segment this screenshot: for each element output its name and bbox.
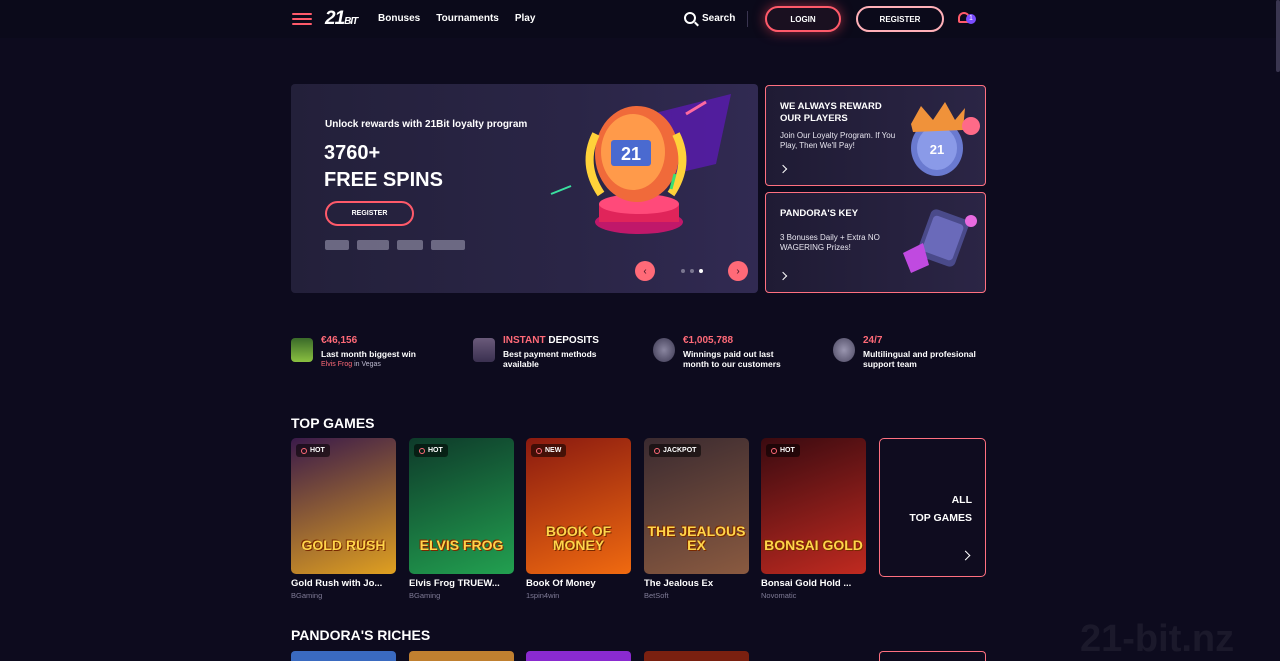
game-card[interactable]: HOT GOLD RUSH Gold Rush with Jo... BGaming — [291, 438, 396, 600]
notification-badge: 1 — [966, 14, 976, 24]
wallet-icon — [473, 338, 495, 362]
svg-text:21: 21 — [621, 144, 641, 164]
top-games-heading: TOP GAMES — [291, 415, 375, 431]
watermark: 21-bit.nz — [1080, 618, 1235, 660]
hero-register-button[interactable]: REGISTER — [325, 201, 414, 226]
partner-logos — [325, 240, 465, 250]
game-card-partial[interactable] — [644, 651, 749, 661]
pandoras-riches-heading: PANDORA'S RICHES — [291, 627, 431, 643]
hero-next-arrow-icon[interactable]: › — [728, 261, 748, 281]
game-card-partial[interactable] — [409, 651, 514, 661]
chevron-right-icon — [960, 550, 971, 561]
game-art-title: GOLD RUSH — [301, 537, 386, 553]
game-thumbnail[interactable]: JACKPOT THE JEALOUS EX — [644, 438, 749, 574]
badge-icon — [536, 447, 542, 454]
game-card[interactable]: NEW BOOK OF MONEY Book Of Money 1spin4win — [526, 438, 631, 600]
game-card[interactable]: HOT BONSAI GOLD Bonsai Gold Hold ... Novoma… — [761, 438, 866, 600]
game-thumbnail[interactable]: HOT ELVIS FROG — [409, 438, 514, 574]
coin-icon — [653, 338, 675, 362]
page-scrollbar[interactable] — [1276, 0, 1280, 72]
game-name[interactable]: Gold Rush with Jo... — [291, 578, 396, 589]
promo-title: WE ALWAYS REWARD OUR PLAYERS — [780, 101, 882, 124]
carousel-dots — [681, 269, 703, 273]
badge-icon — [654, 447, 660, 454]
game-provider: BGaming — [409, 591, 441, 600]
game-art-title: THE JEALOUS EX — [647, 523, 746, 553]
game-thumbnail[interactable]: NEW BOOK OF MONEY — [526, 438, 631, 574]
hero-tagline: Unlock rewards with 21Bit loyalty progra… — [325, 119, 528, 130]
all-pandora-games-button[interactable] — [879, 651, 986, 661]
game-badge: HOT — [414, 444, 448, 457]
game-name[interactable]: Book Of Money — [526, 578, 631, 589]
stat-biggest-win: €46,156 Last month biggest win Elvis Fro… — [291, 335, 431, 368]
notifications-bell-icon[interactable]: 1 — [958, 12, 976, 26]
login-button[interactable]: LOGIN — [765, 6, 841, 32]
elvis-frog-thumbnail[interactable] — [291, 338, 313, 362]
stat-winnings-paid: €1,005,788 Winnings paid out last month … — [653, 335, 793, 369]
search-icon — [684, 12, 696, 24]
promo-text: Join Our Loyalty Program. If You Play, T… — [780, 131, 896, 150]
game-badge: HOT — [296, 444, 330, 457]
game-card-partial[interactable] — [526, 651, 631, 661]
carousel-dot[interactable] — [690, 269, 694, 273]
hamburger-menu-icon[interactable] — [292, 13, 312, 25]
coin-crown-illustration: 21 — [911, 102, 980, 176]
main-nav: Bonuses Tournaments Play — [378, 13, 535, 24]
game-name[interactable]: Elvis Frog TRUEW... — [409, 578, 514, 589]
badge-icon — [771, 447, 777, 454]
game-provider: BGaming — [291, 591, 323, 600]
pandora-box-illustration — [903, 209, 977, 273]
game-provider: BetSoft — [644, 591, 669, 600]
carousel-dot-active[interactable] — [699, 269, 703, 273]
game-art-title: BOOK OF MONEY — [545, 523, 612, 553]
carousel-dot[interactable] — [681, 269, 685, 273]
stat-instant-deposits: INSTANT DEPOSITS Best payment methods av… — [473, 335, 613, 369]
search-button[interactable]: Search — [684, 12, 735, 24]
game-badge: JACKPOT — [649, 444, 702, 457]
chevron-right-icon — [778, 164, 788, 174]
game-card[interactable]: JACKPOT THE JEALOUS EX The Jealous Ex BetSo… — [644, 438, 749, 600]
nav-play[interactable]: Play — [515, 13, 536, 24]
trophy-coin-illustration: 21 — [550, 94, 731, 234]
nav-bonuses[interactable]: Bonuses — [378, 13, 420, 24]
game-badge: HOT — [766, 444, 800, 457]
game-art-title: ELVIS FROG — [419, 537, 504, 553]
top-navigation-bar: 21BIT Bonuses Tournaments Play Search LO… — [0, 0, 1280, 38]
register-button[interactable]: REGISTER — [856, 6, 944, 32]
game-card-partial[interactable] — [291, 651, 396, 661]
badge-icon — [419, 447, 425, 454]
promo-text: 3 Bonuses Daily + Extra NO WAGERING Priz… — [780, 233, 880, 252]
all-top-games-button[interactable]: ALL TOP GAMES — [879, 438, 986, 577]
game-provider: 1spin4win — [526, 591, 560, 600]
badge-icon — [301, 447, 307, 454]
game-art-title: BONSAI GOLD — [764, 537, 863, 553]
site-logo[interactable]: 21BIT — [325, 8, 358, 30]
promo-pandoras-key-card[interactable]: PANDORA'S KEY 3 Bonuses Daily + Extra NO… — [765, 192, 986, 293]
stat-support: 24/7 Multilingual and profesional suppor… — [833, 335, 978, 369]
game-card[interactable]: HOT ELVIS FROG Elvis Frog TRUEW... BGaming — [409, 438, 514, 600]
chevron-right-icon — [778, 271, 788, 281]
nav-tournaments[interactable]: Tournaments — [436, 13, 499, 24]
promo-loyalty-card[interactable]: WE ALWAYS REWARD OUR PLAYERS Join Our Lo… — [765, 85, 986, 186]
chat-bubble-icon — [833, 338, 855, 362]
hero-title: 3760+ FREE SPINS — [324, 142, 443, 191]
game-provider: Novomatic — [761, 591, 797, 600]
svg-text:21: 21 — [930, 142, 944, 157]
game-badge: NEW — [531, 444, 567, 457]
hero-banner[interactable]: Unlock rewards with 21Bit loyalty progra… — [291, 84, 758, 293]
game-name[interactable]: The Jealous Ex — [644, 578, 749, 589]
game-name[interactable]: Bonsai Gold Hold ... — [761, 578, 866, 589]
header-divider — [747, 11, 748, 27]
search-label: Search — [702, 12, 736, 24]
all-top-games-label: ALL TOP GAMES — [909, 494, 972, 524]
game-thumbnail[interactable]: HOT BONSAI GOLD — [761, 438, 866, 574]
hero-prev-arrow-icon[interactable]: ‹ — [635, 261, 655, 281]
promo-title: PANDORA'S KEY — [780, 208, 859, 219]
game-thumbnail[interactable]: HOT GOLD RUSH — [291, 438, 396, 574]
